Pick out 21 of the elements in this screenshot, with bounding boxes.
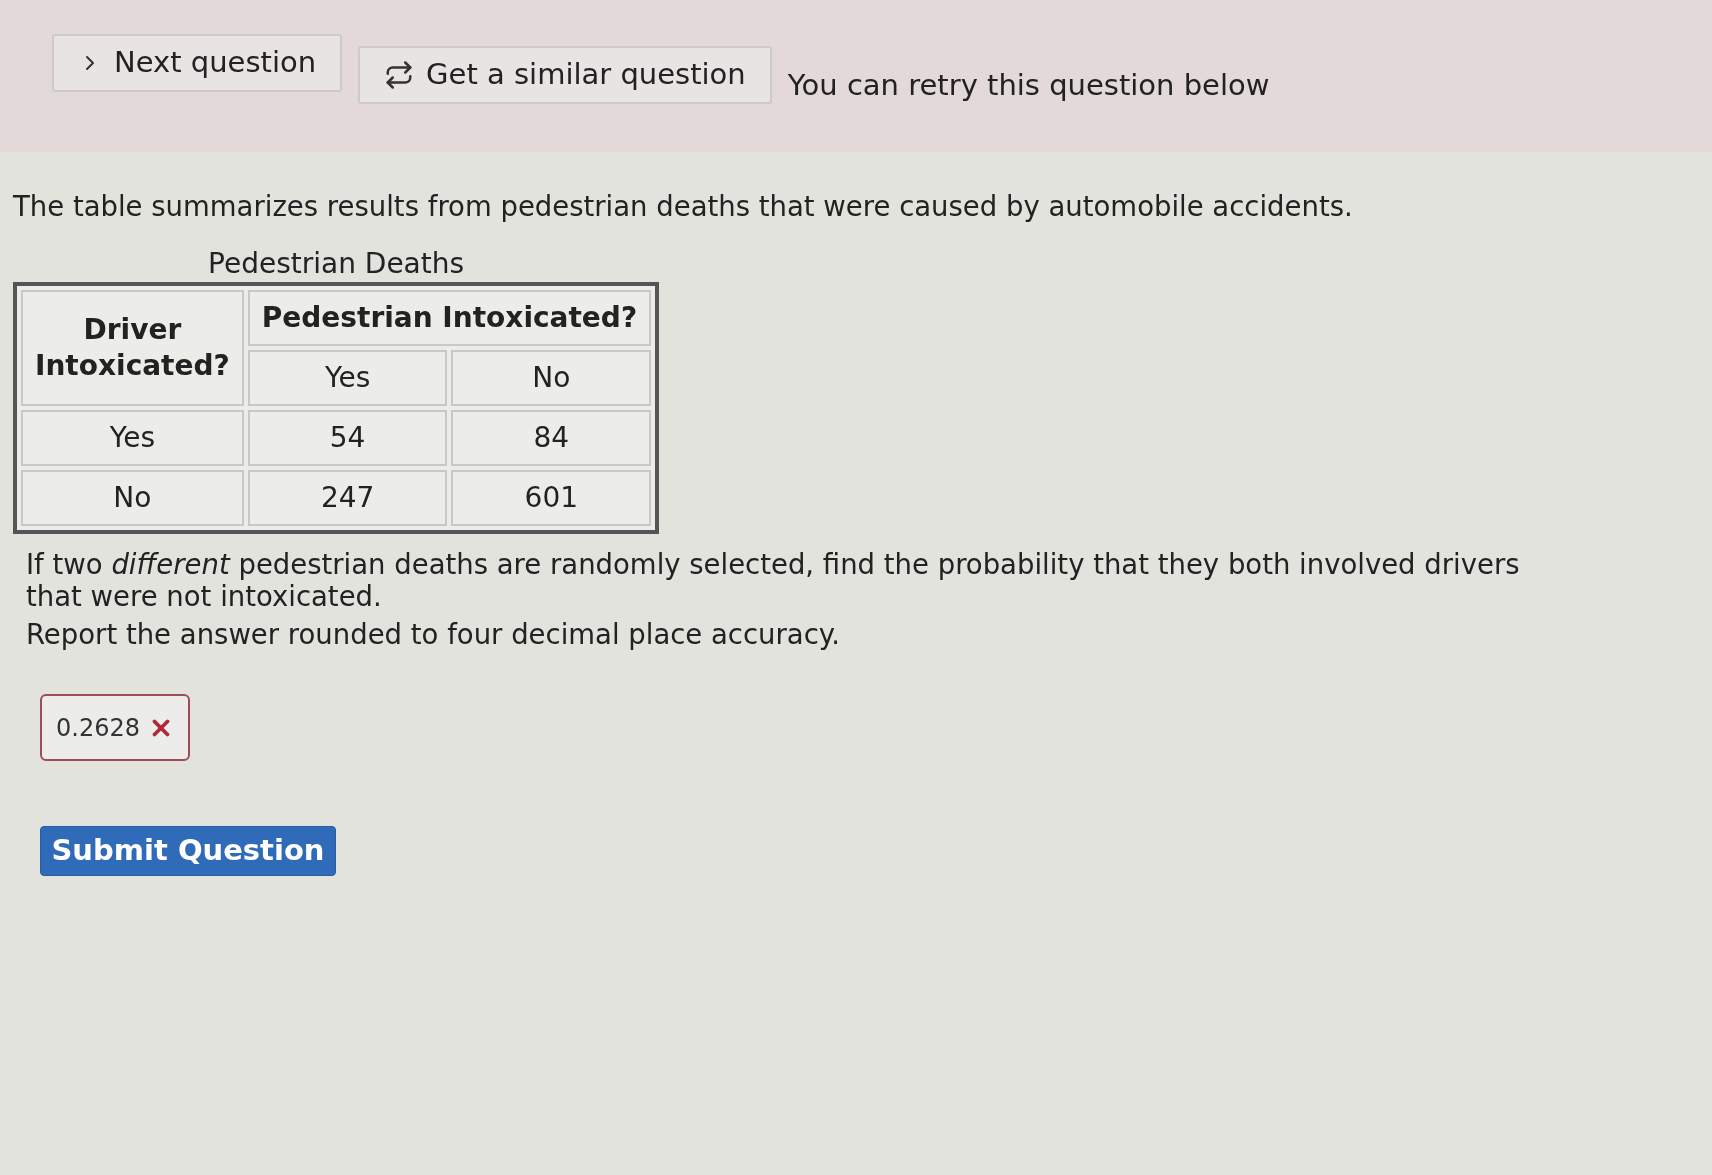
table-header-cell: Pedestrian Intoxicated? — [247, 290, 652, 346]
table-header-cell: No — [451, 350, 652, 406]
table-cell: 54 — [247, 410, 448, 466]
submit-question-button[interactable]: Submit Question — [40, 826, 336, 876]
table-cell: 84 — [451, 410, 652, 466]
answer-box[interactable]: 0.2628 — [40, 694, 190, 761]
table-cell: Yes — [21, 410, 244, 466]
table-caption: Pedestrian Deaths — [208, 246, 465, 282]
table-header-cell: Driver Intoxicated? — [21, 290, 244, 406]
repeat-icon — [384, 60, 415, 90]
table-header-cell: Yes — [247, 350, 448, 406]
answer-value: 0.2628 — [56, 712, 140, 744]
intro-text: The table summarizes results from pedestrian deaths that were caused by automobile accidents. — [13, 189, 1354, 224]
table-cell: 601 — [451, 470, 652, 526]
retry-message: You can retry this question below — [787, 67, 1270, 104]
table-cell: No — [21, 470, 244, 526]
next-question-button[interactable]: Next question — [52, 34, 343, 92]
table-cell: 247 — [247, 470, 448, 526]
instruction-text: Report the answer rounded to four decimal place accuracy. — [26, 617, 841, 652]
similar-question-button[interactable]: Get a similar question — [358, 46, 772, 104]
question-text: If two different pedestrian deaths are randomly selected, find the probability that they both involved drivers that were not intoxicated. — [26, 548, 1521, 612]
